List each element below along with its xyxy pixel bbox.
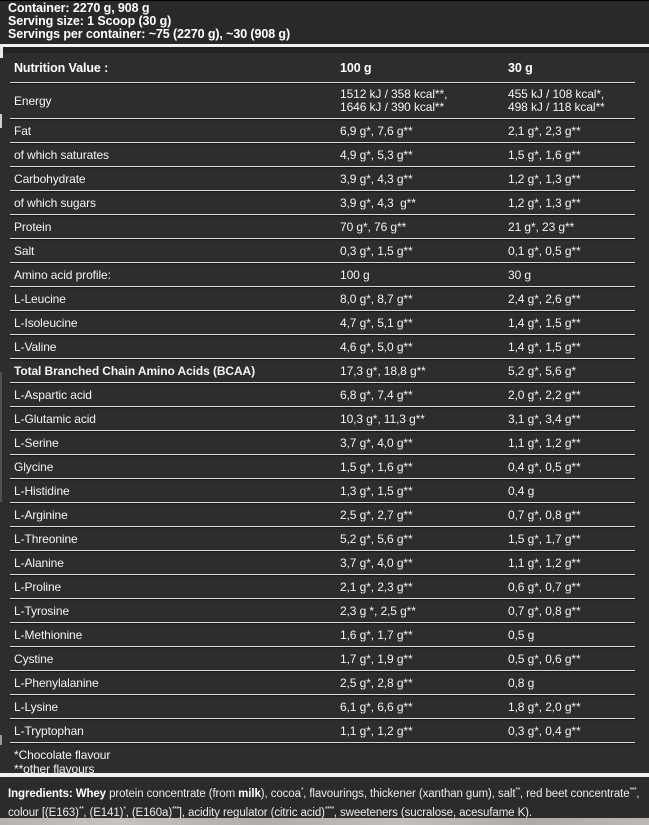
nutrition-row-carbohydrate: Carbohydrate3,9 g*, 4,3 g**1,2 g*, 1,3 g…: [0, 167, 649, 191]
ingredient-segment: , sweeteners (sucralose, acesufame K).: [334, 807, 532, 819]
nutrition-row-l-phenylalanine: L-Phenylalanine2,5 g*, 2,8 g**0,8 g: [0, 671, 649, 695]
nutrition-row-l-glutamic-acid: L-Glutamic acid10,3 g*, 11,3 g**3,1 g*, …: [0, 407, 649, 431]
servings-per-container-line: Servings per container: ~75 (2270 g), ~3…: [8, 28, 649, 41]
column-header-nutrition-value: Nutrition Value :: [0, 61, 340, 75]
nutrition-row-l-aspartic-acid: L-Aspartic acid6,8 g*, 7,4 g**2,0 g*, 2,…: [0, 383, 649, 407]
label-edge-artifact: [0, 735, 2, 745]
nutrition-row-l-alanine: L-Alanine3,7 g*, 4,0 g**1,1 g*, 1,2 g**: [0, 551, 649, 575]
nutrition-row-l-valine: L-Valine4,6 g*, 5,0 g**1,4 g*, 1,5 g**: [0, 335, 649, 359]
ingredient-footnote-mark: ****: [325, 806, 334, 813]
nutrition-rows: Energy1512 kJ / 358 kcal**,1646 kJ / 390…: [0, 83, 649, 743]
footnote-other-flavours: **other flavours: [14, 763, 649, 774]
nutrition-row-fat: Fat6,9 g*, 7,6 g**2,1 g*, 2,3 g**: [0, 119, 649, 143]
ingredients-block: Ingredients: Whey protein concentrate (f…: [0, 777, 649, 820]
ingredient-segment: Ingredients: Whey: [8, 788, 106, 800]
footnote-chocolate-flavour: *Chocolate flavour: [14, 749, 649, 763]
nutrition-label: Container: 2270 g, 908 g Serving size: 1…: [0, 0, 649, 825]
label-edge-artifact: [0, 44, 3, 58]
nutrition-row-l-isoleucine: L-Isoleucine4,7 g*, 5,1 g**1,4 g*, 1,5 g…: [0, 311, 649, 335]
nutrition-row-of-which-saturates: of which saturates4,9 g*, 5,3 g**1,5 g*,…: [0, 143, 649, 167]
ingredient-segment: ], acidity regulator (citric acid): [179, 807, 325, 819]
ingredient-segment: , flavourings, thickener (xanthan gum), …: [303, 788, 515, 800]
product-header: Container: 2270 g, 908 g Serving size: 1…: [0, 0, 649, 44]
nutrition-row-salt: Salt0,3 g*, 1,5 g**0,1 g*, 0,5 g**: [0, 239, 649, 263]
nutrition-row-amino-acid-profile: Amino acid profile:100 g30 g: [0, 263, 649, 287]
nutrition-row-l-proline: L-Proline2,1 g*, 2,3 g**0,6 g*, 0,7 g**: [0, 575, 649, 599]
column-header-100g: 100 g: [340, 61, 508, 75]
nutrition-table: Nutrition Value : 100 g 30 g Energy1512 …: [0, 47, 649, 773]
nutrition-row-l-threonine: L-Threonine5,2 g*, 5,6 g**1,5 g*, 1,7 g*…: [0, 527, 649, 551]
ingredients-text: Ingredients: Whey protein concentrate (f…: [8, 783, 641, 821]
ingredient-segment: protein concentrate (from: [106, 788, 238, 800]
nutrition-row-l-tryptophan: L-Tryptophan1,1 g*, 1,2 g**0,3 g*, 0,4 g…: [0, 719, 649, 743]
nutrition-row-protein: Protein70 g*, 76 g**21 g*, 23 g**: [0, 215, 649, 239]
ingredient-footnote-mark: ***: [172, 806, 179, 813]
nutrition-row-glycine: Glycine1,5 g*, 1,6 g**0,4 g*, 0,5 g**: [0, 455, 649, 479]
ingredient-segment: , red beet concentrate: [520, 788, 630, 800]
nutrition-row-of-which-sugars: of which sugars3,9 g*, 4,3 g**1,2 g*, 1,…: [0, 191, 649, 215]
nutrition-row-l-histidine: L-Histidine1,3 g*, 1,5 g**0,4 g: [0, 479, 649, 503]
nutrition-row-cystine: Cystine1,7 g*, 1,9 g**0,5 g*, 0,6 g**: [0, 647, 649, 671]
nutrition-row-total-branched-chain-amino-acids-bcaa: Total Branched Chain Amino Acids (BCAA)1…: [0, 359, 649, 383]
nutrition-row-l-leucine: L-Leucine8,0 g*, 8,7 g**2,4 g*, 2,6 g**: [0, 287, 649, 311]
nutrition-row-energy: Energy1512 kJ / 358 kcal**,1646 kJ / 390…: [0, 83, 649, 119]
nutrition-row-l-serine: L-Serine3,7 g*, 4,0 g**1,1 g*, 1,2 g**: [0, 431, 649, 455]
nutrition-row-l-methionine: L-Methionine1,6 g*, 1,7 g**0,5 g: [0, 623, 649, 647]
nutrition-table-header: Nutrition Value : 100 g 30 g: [0, 53, 649, 83]
column-header-30g: 30 g: [508, 61, 649, 75]
nutrition-row-l-tyrosine: L-Tyrosine2,3 g *, 2,5 g**0,7 g*, 0,8 g*…: [0, 599, 649, 623]
ingredient-segment: , (E141): [83, 807, 123, 819]
label-edge-artifact: [0, 114, 2, 128]
label-edge-artifact: [0, 372, 2, 502]
ingredient-segment: , (E160a): [126, 807, 172, 819]
photo-bottom-edge: [0, 818, 649, 825]
nutrition-row-l-lysine: L-Lysine6,1 g*, 6,6 g**1,8 g*, 2,0 g**: [0, 695, 649, 719]
ingredient-segment: ), cocoa: [261, 788, 301, 800]
ingredient-segment: milk: [238, 788, 261, 800]
footnotes: *Chocolate flavour **other flavours: [0, 743, 649, 773]
nutrition-row-l-arginine: L-Arginine2,5 g*, 2,7 g**0,7 g*, 0,8 g**: [0, 503, 649, 527]
